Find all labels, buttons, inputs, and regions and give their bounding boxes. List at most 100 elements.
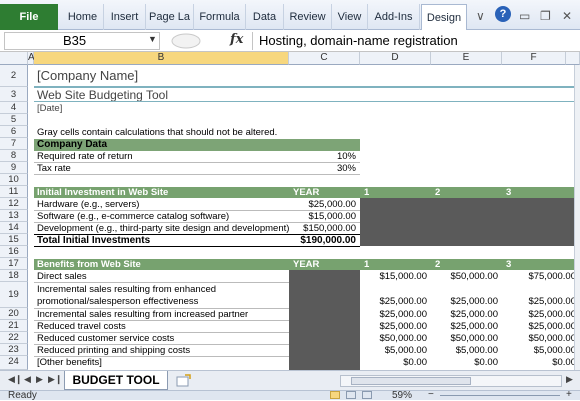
tab-insert[interactable]: Insert bbox=[104, 4, 146, 30]
zoom-out-icon[interactable]: − bbox=[428, 389, 434, 400]
row-header[interactable]: 19 bbox=[0, 282, 28, 308]
row-header[interactable]: 20 bbox=[0, 308, 28, 320]
investment-header[interactable]: Initial Investment in Web Site bbox=[37, 187, 287, 198]
horizontal-scrollbar[interactable] bbox=[340, 375, 562, 387]
tab-page-layout[interactable]: Page La bbox=[146, 4, 194, 30]
row-header[interactable]: 16 bbox=[0, 246, 28, 258]
benefit-value[interactable]: $25,000.00 bbox=[502, 296, 580, 307]
help-icon[interactable]: ? bbox=[495, 6, 511, 22]
page-title[interactable]: Web Site Budgeting Tool bbox=[37, 88, 337, 102]
benefit-value[interactable]: $25,000.00 bbox=[502, 309, 580, 320]
benefit-value[interactable]: $50,000.00 bbox=[431, 271, 502, 282]
row-header[interactable]: 5 bbox=[0, 114, 28, 126]
benefit-value[interactable]: $25,000.00 bbox=[431, 321, 502, 332]
benefit-value[interactable]: $50,000.00 bbox=[502, 333, 580, 344]
row-header[interactable]: 13 bbox=[0, 210, 28, 222]
benefit-value[interactable]: $5,000.00 bbox=[360, 345, 431, 356]
benefits-header[interactable]: Benefits from Web Site bbox=[37, 259, 287, 270]
benefit-value[interactable]: $0.00 bbox=[502, 357, 580, 368]
name-box[interactable]: B35 bbox=[4, 32, 160, 50]
investment-label[interactable]: Development (e.g., third-party site desi… bbox=[37, 223, 289, 234]
benefit-value[interactable]: $0.00 bbox=[431, 357, 502, 368]
sheet-tab-budget-tool[interactable]: BUDGET TOOL bbox=[64, 371, 168, 390]
tab-home[interactable]: Home bbox=[62, 4, 104, 30]
investment-label[interactable]: Hardware (e.g., servers) bbox=[37, 199, 289, 210]
row-header[interactable]: 9 bbox=[0, 162, 28, 174]
benefit-value[interactable]: $5,000.00 bbox=[502, 345, 580, 356]
file-tab[interactable]: File bbox=[0, 4, 58, 30]
investment-value[interactable]: $150,000.00 bbox=[289, 223, 360, 234]
next-sheet-icon[interactable]: ▶ bbox=[36, 374, 43, 385]
benefit-value[interactable]: $25,000.00 bbox=[431, 309, 502, 320]
zoom-level[interactable]: 59% bbox=[392, 390, 412, 401]
row-header[interactable]: 12 bbox=[0, 198, 28, 210]
benefit-label[interactable]: Incremental sales resulting from increas… bbox=[37, 309, 289, 320]
investment-value[interactable]: $15,000.00 bbox=[289, 211, 360, 222]
page-break-view-icon[interactable] bbox=[362, 391, 372, 399]
total-investment-label[interactable]: Total Initial Investments bbox=[37, 235, 289, 246]
last-sheet-icon[interactable]: ▶❙ bbox=[48, 374, 62, 385]
normal-view-icon[interactable] bbox=[330, 391, 340, 399]
benefit-label[interactable]: [Other benefits] bbox=[37, 357, 289, 368]
benefit-value[interactable]: $25,000.00 bbox=[360, 321, 431, 332]
row-header[interactable]: 15 bbox=[0, 234, 28, 246]
benefit-value[interactable]: $0.00 bbox=[360, 357, 431, 368]
row-header[interactable]: 17 bbox=[0, 258, 28, 270]
row-header[interactable]: 7 bbox=[0, 138, 28, 150]
company-data-label[interactable]: Required rate of return bbox=[37, 151, 287, 162]
minimize-ribbon-icon[interactable]: ∨ bbox=[476, 6, 485, 26]
row-header[interactable]: 6 bbox=[0, 126, 28, 138]
tab-review[interactable]: Review bbox=[284, 4, 332, 30]
row-header[interactable]: 8 bbox=[0, 150, 28, 162]
benefit-value[interactable]: $25,000.00 bbox=[431, 296, 502, 307]
investment-label[interactable]: Software (e.g., e-commerce catalog softw… bbox=[37, 211, 289, 222]
company-data-label[interactable]: Tax rate bbox=[37, 163, 287, 174]
window-close-icon[interactable]: ✕ bbox=[562, 6, 572, 26]
row-header[interactable]: 21 bbox=[0, 320, 28, 332]
scroll-right-icon[interactable]: ▶ bbox=[566, 374, 573, 385]
chevron-down-icon[interactable]: ▼ bbox=[148, 34, 157, 44]
investment-value[interactable]: $25,000.00 bbox=[289, 199, 360, 210]
row-header[interactable]: 3 bbox=[0, 87, 28, 102]
row-header[interactable]: 14 bbox=[0, 222, 28, 234]
benefit-value[interactable]: $5,000.00 bbox=[431, 345, 502, 356]
column-header-b[interactable]: B bbox=[34, 52, 289, 65]
window-minimize-icon[interactable]: ▭ bbox=[519, 6, 530, 26]
column-header-g[interactable] bbox=[566, 52, 580, 65]
select-all-corner[interactable] bbox=[0, 52, 28, 65]
company-data-header[interactable]: Company Data bbox=[34, 139, 360, 151]
column-header-c[interactable]: C bbox=[289, 52, 360, 65]
tab-formulas[interactable]: Formula bbox=[194, 4, 246, 30]
window-restore-icon[interactable]: ❐ bbox=[540, 6, 551, 26]
formula-input[interactable]: Hosting, domain-name registration bbox=[252, 32, 580, 50]
benefit-label[interactable]: Reduced printing and shipping costs bbox=[37, 345, 289, 356]
benefit-label[interactable]: promotional/salesperson effectiveness bbox=[37, 296, 289, 307]
row-header[interactable]: 23 bbox=[0, 344, 28, 356]
tab-view[interactable]: View bbox=[332, 4, 368, 30]
zoom-in-icon[interactable]: + bbox=[566, 389, 572, 400]
column-header-e[interactable]: E bbox=[431, 52, 502, 65]
vertical-scrollbar[interactable] bbox=[574, 65, 580, 370]
company-data-value[interactable]: 10% bbox=[289, 151, 360, 162]
horizontal-scroll-thumb[interactable] bbox=[351, 377, 471, 385]
row-header[interactable]: 4 bbox=[0, 102, 28, 114]
benefit-value[interactable]: $15,000.00 bbox=[360, 271, 431, 282]
benefit-value[interactable]: $75,000.00 bbox=[502, 271, 580, 282]
zoom-slider[interactable] bbox=[440, 395, 560, 396]
previous-sheet-icon[interactable]: ◀ bbox=[24, 374, 31, 385]
company-data-value[interactable]: 30% bbox=[289, 163, 360, 174]
benefit-value[interactable]: $25,000.00 bbox=[502, 321, 580, 332]
benefit-value[interactable]: $25,000.00 bbox=[360, 309, 431, 320]
page-layout-view-icon[interactable] bbox=[346, 391, 356, 399]
benefit-value[interactable]: $25,000.00 bbox=[360, 296, 431, 307]
tab-add-ins[interactable]: Add-Ins bbox=[368, 4, 420, 30]
row-header[interactable]: 10 bbox=[0, 174, 28, 186]
row-header[interactable]: 2 bbox=[0, 65, 28, 87]
benefit-value[interactable]: $50,000.00 bbox=[431, 333, 502, 344]
row-header[interactable]: 24 bbox=[0, 356, 28, 370]
row-header[interactable]: 22 bbox=[0, 332, 28, 344]
benefit-label[interactable]: Incremental sales resulting from enhance… bbox=[37, 284, 289, 295]
note-text[interactable]: Gray cells contain calculations that sho… bbox=[37, 127, 337, 138]
company-name[interactable]: [Company Name] bbox=[37, 67, 337, 85]
benefit-label[interactable]: Reduced travel costs bbox=[37, 321, 289, 332]
